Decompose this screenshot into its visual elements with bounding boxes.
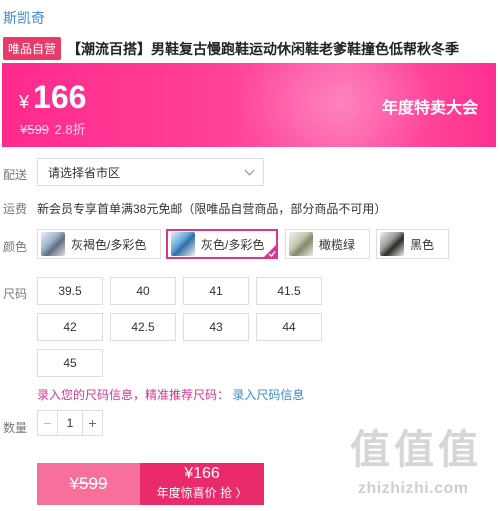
buy-now-button[interactable]: ¥166 年度惊喜价 抢 〉 (140, 463, 264, 505)
watermark-glyph: 值 (438, 428, 478, 472)
size-option[interactable]: 42.5 (110, 313, 176, 341)
size-option[interactable]: 40 (110, 277, 176, 305)
color-option-taupe[interactable]: 灰褐色/多彩色 (37, 229, 161, 259)
quantity-label: 数量 (3, 421, 28, 435)
watermark-url: zhizhizhi.com (358, 480, 469, 497)
shoe-thumbnail (41, 232, 65, 256)
area-select-value: 请选择省市区 (48, 165, 121, 180)
quantity-plus-button[interactable]: + (82, 411, 102, 435)
size-option[interactable]: 43 (183, 313, 249, 341)
size-option[interactable]: 39.5 (37, 277, 103, 305)
size-tip-text: 录入您的尺码信息，精准推荐尺码： (37, 388, 230, 402)
brand-link[interactable]: 斯凯奇 (3, 8, 45, 28)
event-name: 年度特卖大会 (381, 100, 478, 117)
color-option-black[interactable]: 黑色 (376, 229, 449, 259)
shipping-text: 新会员专享首单满38元免邮（限唯品自营商品，部分商品不可用） (37, 202, 387, 216)
color-label: 颜色 (3, 240, 28, 254)
site-watermark: 值 值 值 zhizhizhi.com (350, 428, 490, 508)
original-price-button[interactable]: ¥599 (37, 463, 140, 505)
quantity-stepper: − 1 + (37, 410, 103, 436)
size-option[interactable]: 44 (256, 313, 322, 341)
color-option-label: 黑色 (410, 237, 435, 252)
color-option-grey[interactable]: 灰色/多彩色 (166, 229, 278, 259)
sale-price: ¥ 166 (19, 79, 86, 116)
buy-price: ¥166 (184, 465, 220, 482)
watermark-logo: 值 值 值 (350, 428, 490, 472)
color-option-label: 灰色/多彩色 (201, 237, 265, 252)
shoe-thumbnail (171, 232, 195, 256)
chevron-down-icon (244, 165, 255, 175)
watermark-glyph: 值 (350, 428, 390, 472)
shoe-thumbnail (380, 232, 404, 256)
price-banner: ¥ 166 ¥599 2.8折 年度特卖大会 (2, 63, 496, 147)
product-title: 【潮流百搭】男鞋复古慢跑鞋运动休闲鞋老爹鞋撞色低帮秋冬季 (67, 40, 460, 57)
color-option-label: 橄榄绿 (319, 237, 356, 252)
delivery-label: 配送 (3, 168, 28, 182)
discount-rate: 2.8折 (54, 122, 86, 137)
size-label: 尺码 (3, 287, 28, 301)
self-operated-badge: 唯品自营 (3, 37, 62, 60)
quantity-minus-button[interactable]: − (38, 411, 58, 435)
watermark-glyph: 值 (394, 428, 434, 472)
shipping-label: 运费 (3, 202, 28, 216)
size-option[interactable]: 45 (37, 349, 103, 377)
product-title-row: 唯品自营 【潮流百搭】男鞋复古慢跑鞋运动休闲鞋老爹鞋撞色低帮秋冬季 (3, 37, 497, 60)
currency-symbol: ¥ (19, 92, 30, 112)
size-option[interactable]: 41.5 (256, 277, 322, 305)
size-option[interactable]: 42 (37, 313, 103, 341)
shoe-thumbnail (289, 232, 313, 256)
original-price: ¥599 (20, 122, 49, 137)
quantity-value[interactable]: 1 (58, 411, 82, 435)
color-option-olive[interactable]: 橄榄绿 (285, 229, 370, 259)
size-option[interactable]: 41 (183, 277, 249, 305)
area-select[interactable]: 请选择省市区 (37, 158, 264, 186)
selected-check-icon (263, 244, 277, 258)
buy-label: 年度惊喜价 抢 〉 (156, 486, 248, 500)
size-tip: 录入您的尺码信息，精准推荐尺码： 录入尺码信息 (37, 386, 304, 403)
original-price-line: ¥599 2.8折 (20, 119, 86, 138)
size-tip-link[interactable]: 录入尺码信息 (232, 388, 304, 402)
color-option-label: 灰褐色/多彩色 (71, 237, 147, 252)
sale-price-value: 166 (33, 79, 87, 115)
